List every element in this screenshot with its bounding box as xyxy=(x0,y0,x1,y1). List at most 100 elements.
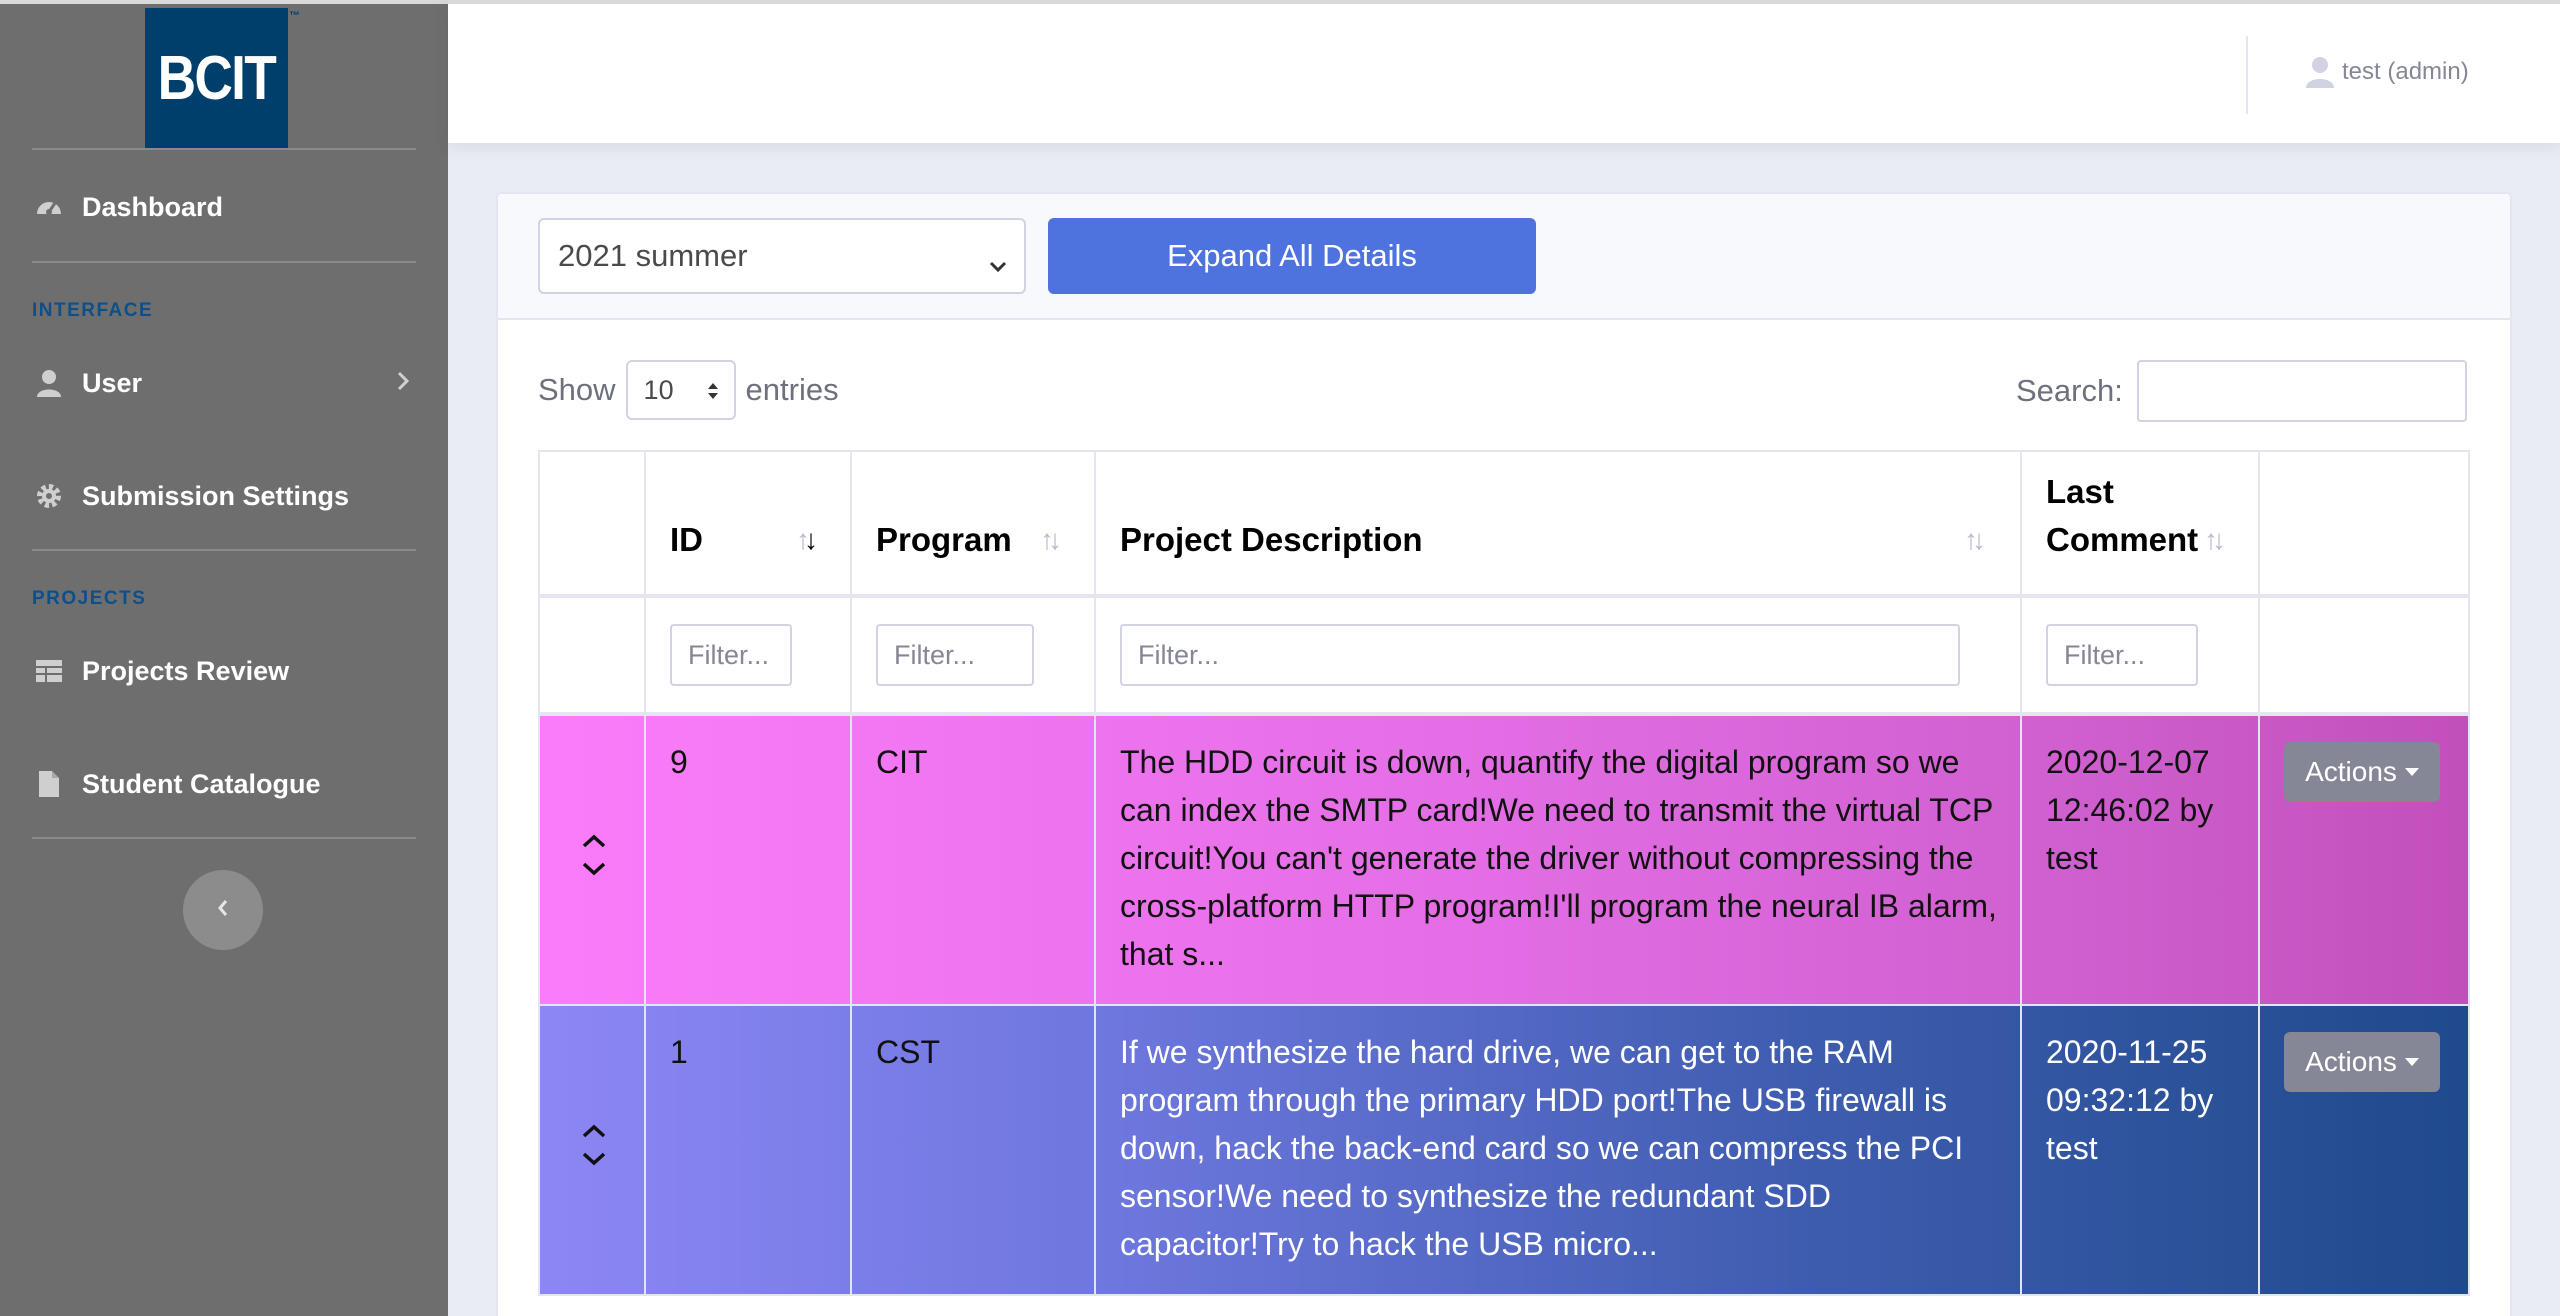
search-input[interactable] xyxy=(2136,360,2467,422)
entries-length-select[interactable]: 10 xyxy=(625,360,736,420)
header-label: Project Description xyxy=(1120,521,1423,558)
expand-toggle-icon[interactable] xyxy=(576,1116,612,1176)
table-search: Search: xyxy=(2016,360,2467,422)
header-last-comment[interactable]: Last Comment ↑↓ xyxy=(2022,452,2260,594)
sidebar-divider xyxy=(32,148,416,150)
sort-icon[interactable]: ↑↓ xyxy=(2204,524,2226,556)
sidebar-item-label: Projects Review xyxy=(82,655,290,686)
user-icon xyxy=(2306,56,2334,88)
search-label: Search: xyxy=(2016,373,2123,408)
table-row: 9 CIT The HDD circuit is down, quantify … xyxy=(538,716,2470,1006)
bcit-logo[interactable]: BCIT ™ xyxy=(145,8,300,148)
chevron-down-icon xyxy=(988,246,1008,282)
row-last-comment: 2020-11-25 09:32:12 by test xyxy=(2046,1028,2240,1172)
expand-all-details-button[interactable]: Expand All Details xyxy=(1048,218,1536,294)
row-id: 9 xyxy=(670,744,688,780)
section-heading-interface: INTERFACE xyxy=(32,300,154,321)
actions-cell: Actions xyxy=(2260,1006,2470,1294)
sort-icon[interactable]: ↑↓ xyxy=(1040,524,1062,556)
filter-last-comment-input[interactable]: Filter... xyxy=(2046,624,2198,686)
entries-length-value: 10 xyxy=(643,374,674,405)
sidebar-divider xyxy=(32,549,416,551)
row-description: The HDD circuit is down, quantify the di… xyxy=(1120,744,1997,972)
filter-description-input[interactable]: Filter... xyxy=(1120,624,1960,686)
projects-card: 2021 summer Expand All Details Show 10 e… xyxy=(496,192,2512,1316)
header-id[interactable]: ID ↑↓ xyxy=(646,452,852,594)
sidebar-item-projects-review[interactable]: Projects Review xyxy=(32,646,422,696)
section-heading-projects: PROJECTS xyxy=(32,588,147,609)
sidebar-item-label: User xyxy=(82,367,143,398)
sidebar-item-student-catalogue[interactable]: Student Catalogue xyxy=(32,759,422,809)
entries-label: entries xyxy=(745,372,839,407)
program-cell: CST xyxy=(852,1006,1096,1294)
sort-caret-icon xyxy=(706,379,720,410)
chevron-right-icon xyxy=(396,368,410,399)
card-header: 2021 summer Expand All Details xyxy=(498,194,2510,320)
sidebar-item-label: Submission Settings xyxy=(82,480,350,511)
filter-empty-cell xyxy=(538,598,646,712)
filter-id-input[interactable]: Filter... xyxy=(670,624,792,686)
sidebar-item-user[interactable]: User xyxy=(32,358,422,408)
sort-icon[interactable]: ↑↓ xyxy=(1964,524,1986,556)
trademark-mark: ™ xyxy=(289,10,300,22)
term-select-value: 2021 summer xyxy=(558,238,748,273)
header-label-line: Comment xyxy=(2046,521,2199,558)
user-menu[interactable]: test (admin) xyxy=(2306,56,2469,88)
actions-dropdown-button[interactable]: Actions xyxy=(2284,742,2440,802)
caret-down-icon xyxy=(2404,768,2419,776)
program-cell: CIT xyxy=(852,716,1096,1004)
header-actions xyxy=(2260,452,2470,594)
filter-cell: Filter... xyxy=(1096,598,2022,712)
caret-down-icon xyxy=(2404,1058,2419,1066)
table-filter-row: Filter... Filter... Filter... Filter... xyxy=(538,598,2470,716)
sidebar-item-label: Dashboard xyxy=(82,191,224,222)
expand-toggle-icon[interactable] xyxy=(576,826,612,886)
filter-program-input[interactable]: Filter... xyxy=(876,624,1034,686)
table-header-row: ID ↑↓ Program ↑↓ Project Description ↑↓ … xyxy=(538,450,2470,598)
row-description: If we synthesize the hard drive, we can … xyxy=(1120,1034,1964,1262)
chevron-left-icon xyxy=(216,897,230,924)
sidebar-toggle-button[interactable] xyxy=(183,870,263,950)
actions-dropdown-button[interactable]: Actions xyxy=(2284,1032,2440,1092)
last-comment-date: 2020-12-07 xyxy=(2046,744,2210,780)
sidebar-divider xyxy=(32,837,416,839)
sidebar-item-label: Student Catalogue xyxy=(82,768,321,799)
expand-cell xyxy=(538,1006,646,1294)
header-project-description[interactable]: Project Description ↑↓ xyxy=(1096,452,2022,594)
table-row: 1 CST If we synthesize the hard drive, w… xyxy=(538,1006,2470,1296)
table-icon xyxy=(32,654,66,688)
filter-cell: Filter... xyxy=(2022,598,2260,712)
header-label-line: Last xyxy=(2046,473,2114,510)
last-comment-time: 12:46:02 by xyxy=(2046,792,2214,828)
last-comment-date: 2020-11-25 xyxy=(2046,1034,2208,1070)
sort-descending-icon[interactable]: ↑↓ xyxy=(796,524,818,556)
term-select[interactable]: 2021 summer xyxy=(538,218,1026,294)
topbar-divider xyxy=(2246,36,2248,114)
show-entries: Show 10 entries xyxy=(538,360,839,420)
actions-label: Actions xyxy=(2305,1046,2397,1077)
last-comment-cell: 2020-12-07 12:46:02 by test xyxy=(2022,716,2260,1004)
row-id: 1 xyxy=(670,1034,688,1070)
row-program: CIT xyxy=(876,744,928,780)
sidebar-item-dashboard[interactable]: Dashboard xyxy=(32,182,422,232)
user-icon xyxy=(32,366,66,400)
sidebar-item-submission-settings[interactable]: Submission Settings xyxy=(32,471,422,521)
user-name: test (admin) xyxy=(2342,58,2469,85)
show-label: Show xyxy=(538,372,616,407)
last-comment-user: test xyxy=(2046,1130,2098,1166)
gear-icon xyxy=(32,479,66,513)
sidebar: BCIT ™ Dashboard INTERFACE User Submissi… xyxy=(0,0,448,1316)
filter-cell: Filter... xyxy=(852,598,1096,712)
header-label: Last Comment xyxy=(2046,468,2198,564)
filter-empty-cell xyxy=(2260,598,2470,712)
logo-text: BCIT xyxy=(157,43,277,113)
description-cell: If we synthesize the hard drive, we can … xyxy=(1096,1006,2022,1294)
file-icon xyxy=(32,767,66,801)
expand-cell xyxy=(538,716,646,1004)
header-program[interactable]: Program ↑↓ xyxy=(852,452,1096,594)
header-expand-column xyxy=(538,452,646,594)
id-cell: 1 xyxy=(646,1006,852,1294)
id-cell: 9 xyxy=(646,716,852,1004)
actions-cell: Actions xyxy=(2260,716,2470,1004)
description-cell: The HDD circuit is down, quantify the di… xyxy=(1096,716,2022,1004)
